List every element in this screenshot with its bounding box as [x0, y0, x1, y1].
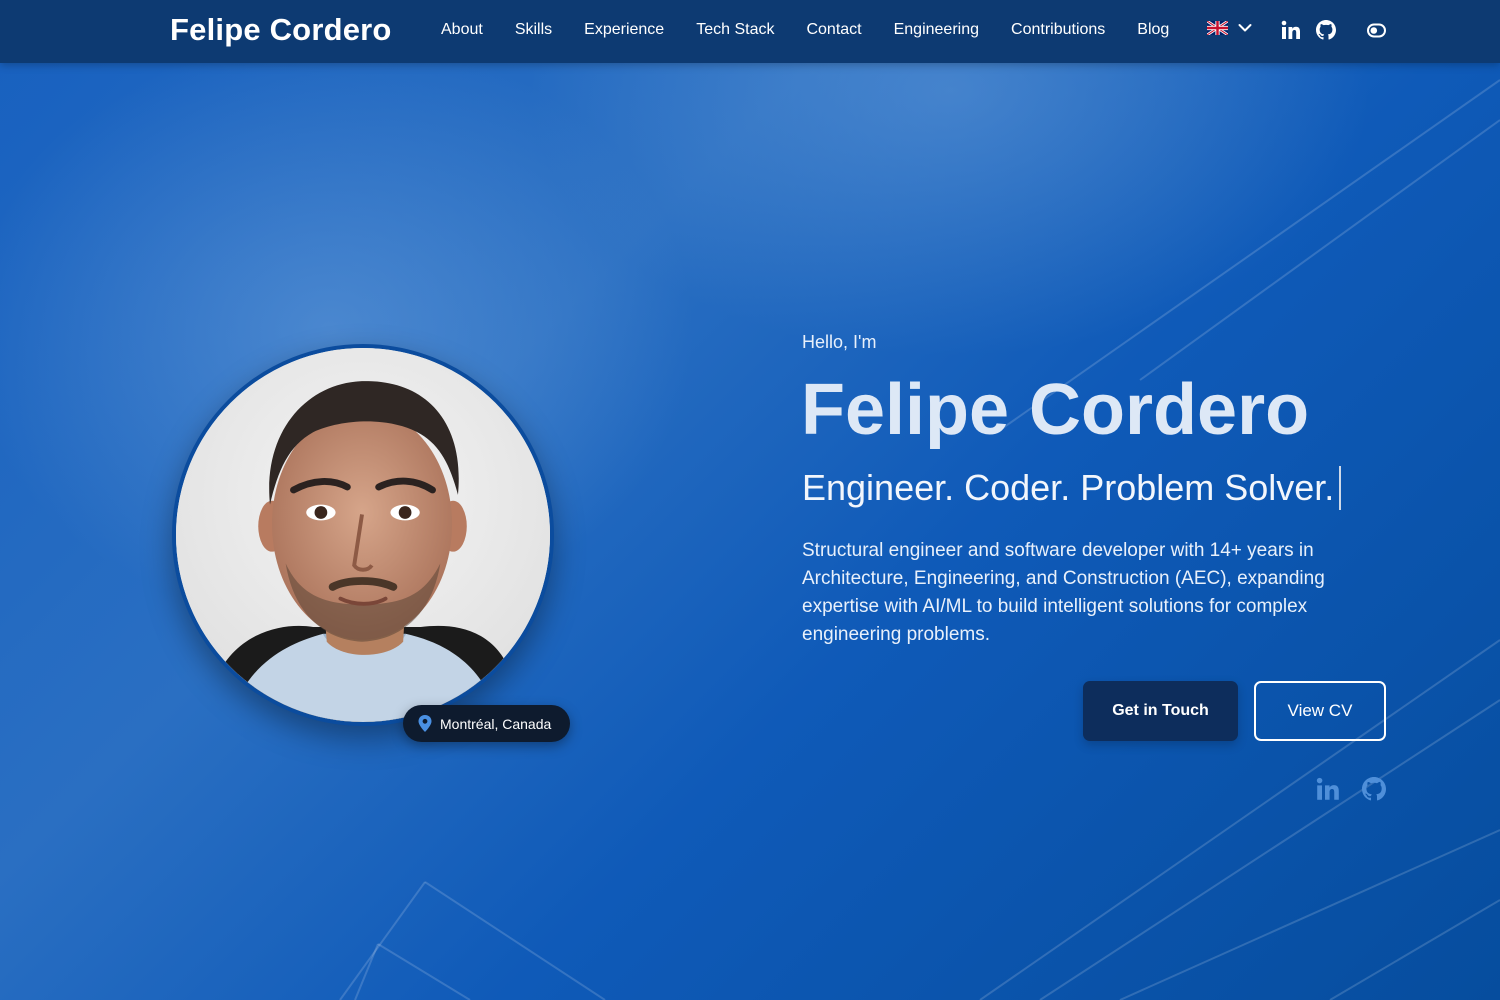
greeting: Hello, I'm	[802, 332, 877, 352]
nav-link-engineering[interactable]: Engineering	[894, 21, 979, 39]
github-icon[interactable]	[1316, 20, 1336, 40]
navbar: Felipe Cordero About Skills Experience T…	[0, 0, 1500, 63]
nav-link-blog[interactable]: Blog	[1137, 21, 1169, 39]
linkedin-icon[interactable]	[1281, 20, 1301, 40]
nav-link-experience[interactable]: Experience	[584, 21, 664, 39]
github-icon[interactable]	[1362, 777, 1386, 801]
map-pin-icon	[418, 715, 432, 732]
brand-logo[interactable]: Felipe Cordero	[170, 12, 392, 48]
linkedin-icon[interactable]	[1316, 777, 1340, 801]
profile-photo	[172, 344, 554, 726]
nav-link-contact[interactable]: Contact	[806, 21, 861, 39]
tagline: Engineer. Coder. Problem Solver.	[802, 466, 1342, 510]
chevron-down-icon	[1238, 24, 1252, 32]
tagline-text: Engineer. Coder. Problem Solver.	[802, 467, 1335, 508]
location-badge: Montréal, Canada	[403, 705, 570, 742]
nav-link-contributions[interactable]: Contributions	[1011, 21, 1105, 39]
nav-link-tech-stack[interactable]: Tech Stack	[696, 21, 774, 39]
avatar	[176, 348, 550, 722]
nav-link-skills[interactable]: Skills	[515, 21, 552, 39]
nav-links: About Skills Experience Tech Stack Conta…	[441, 21, 1201, 39]
typing-cursor	[1339, 466, 1342, 510]
view-cv-button[interactable]: View CV	[1254, 681, 1386, 741]
hero-name: Felipe Cordero	[801, 370, 1310, 450]
location-text: Montréal, Canada	[440, 715, 552, 732]
theme-toggle-icon[interactable]	[1367, 23, 1386, 38]
get-in-touch-button[interactable]: Get in Touch	[1083, 681, 1238, 741]
language-selector[interactable]	[1207, 21, 1252, 35]
uk-flag-icon	[1207, 21, 1228, 35]
nav-link-about[interactable]: About	[441, 21, 483, 39]
intro-paragraph: Structural engineer and software develop…	[802, 540, 1325, 645]
